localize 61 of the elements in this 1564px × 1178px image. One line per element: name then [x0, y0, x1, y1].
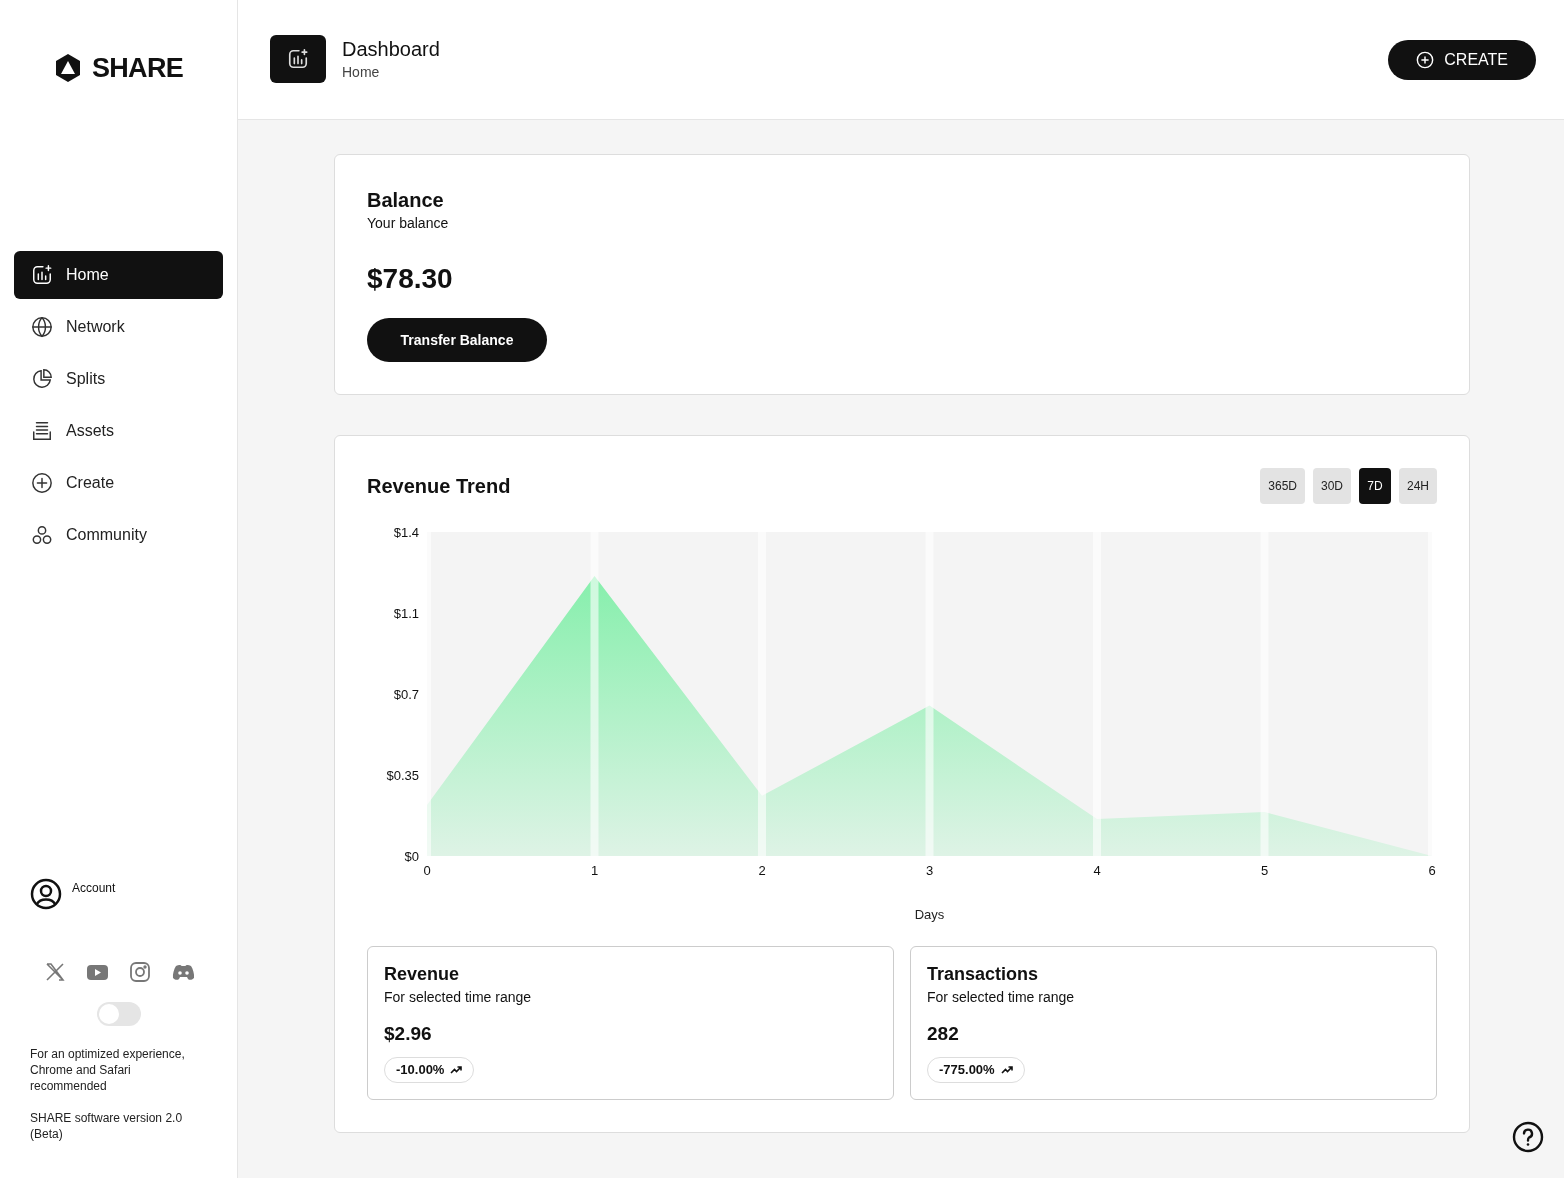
logo-icon	[53, 53, 82, 84]
logo-text: SHARE	[91, 52, 184, 85]
change-value: -775.00%	[939, 1060, 995, 1079]
plus-circle-icon	[31, 471, 53, 494]
time-range-tab[interactable]: 365D	[1260, 468, 1305, 504]
globe-icon	[31, 315, 53, 338]
x-axis-title: Days	[914, 907, 945, 922]
nav-item[interactable]: Home	[14, 250, 223, 299]
plus-circle-icon	[1416, 50, 1435, 69]
x-axis-label: 4	[1093, 863, 1101, 878]
nav-item[interactable]: Create	[14, 458, 223, 507]
x-axis-label: 5	[1260, 863, 1269, 878]
nav-item[interactable]: Splits	[14, 354, 223, 403]
x-axis-label: 0	[423, 863, 431, 878]
nav-item[interactable]: Network	[14, 302, 223, 351]
breadcrumb: Home	[342, 63, 381, 82]
chart-icon	[287, 47, 309, 70]
stat-title: Transactions	[927, 963, 1040, 985]
theme-toggle[interactable]	[96, 1002, 141, 1026]
time-range-tab[interactable]: 7D	[1359, 468, 1391, 504]
game-controller-icon[interactable]	[171, 963, 195, 981]
nav-item[interactable]: Assets	[14, 406, 223, 455]
y-axis-label: $0.35	[386, 768, 419, 783]
y-axis-label: $1.1	[393, 606, 419, 621]
x-axis-label: 3	[925, 863, 934, 878]
stat-subtitle: For selected time range	[384, 988, 533, 1007]
create-button[interactable]: CREATE	[1388, 39, 1536, 80]
card-subtitle: Your balance	[367, 214, 450, 233]
card-title: Revenue Trend	[367, 474, 511, 499]
balance-amount: $78.30	[367, 262, 454, 296]
time-range-tab[interactable]: 24H	[1399, 468, 1437, 504]
camera-icon[interactable]	[129, 962, 150, 982]
stat-subtitle: For selected time range	[927, 988, 1076, 1007]
version-text: SHARE software version 2.0 (Beta)	[29, 1110, 184, 1142]
account-link[interactable]: Account	[72, 879, 116, 897]
browser-note: For an optimized experience, Chrome and Safari recommended	[29, 1046, 186, 1094]
circles-icon	[31, 523, 53, 546]
pie-chart-icon	[31, 367, 53, 390]
nav-item[interactable]: Community	[14, 510, 223, 559]
x-logo-icon[interactable]	[44, 962, 65, 982]
trend-up-icon	[1000, 1064, 1013, 1075]
x-axis-label: 1	[590, 863, 599, 878]
chart-icon	[31, 263, 53, 286]
page-title: Dashboard	[342, 37, 440, 62]
y-axis-label: $1.4	[393, 526, 419, 540]
stat-title: Revenue	[384, 963, 461, 985]
transfer-balance-button[interactable]: Transfer Balance	[367, 318, 547, 362]
y-axis-label: $0	[404, 849, 419, 864]
stat-value: $2.96	[384, 1022, 433, 1046]
help-icon[interactable]	[1512, 1121, 1544, 1153]
stat-value: 282	[927, 1022, 960, 1046]
trend-up-icon	[450, 1064, 463, 1075]
y-axis-label: $0.7	[393, 687, 419, 702]
account-icon[interactable]	[30, 878, 62, 910]
x-axis-label: 2	[758, 863, 766, 878]
change-value: -10.00%	[396, 1060, 445, 1079]
stack-icon	[31, 419, 53, 442]
x-axis-label: 6	[1428, 863, 1436, 878]
time-range-tab[interactable]: 30D	[1312, 468, 1351, 504]
video-play-icon[interactable]	[86, 964, 108, 980]
card-title: Balance	[367, 188, 445, 213]
